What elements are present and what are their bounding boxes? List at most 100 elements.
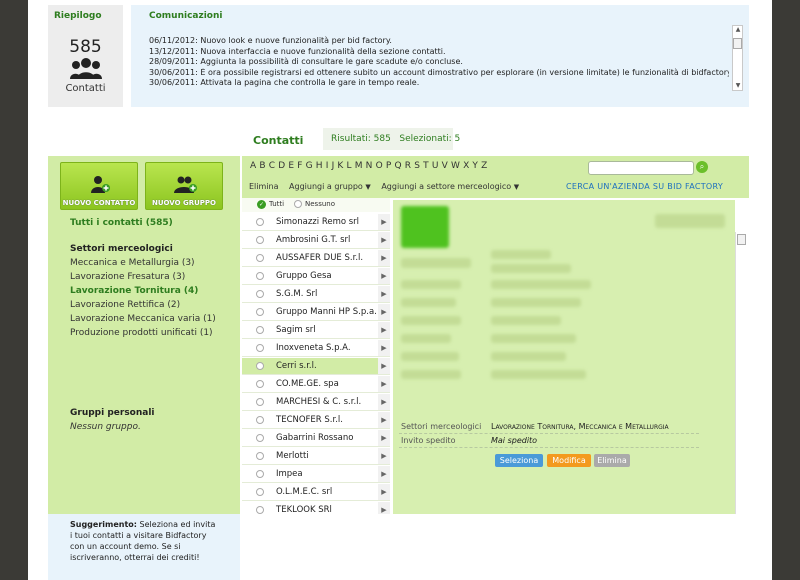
sector-link[interactable]: Meccanica e Metallurgia (3) [70, 258, 195, 268]
contact-row[interactable]: Cerri s.r.l. ▶ [242, 358, 390, 375]
alpha-letter[interactable]: Y [472, 161, 478, 171]
sector-link[interactable]: Lavorazione Fresatura (3) [70, 272, 185, 282]
all-contacts-link[interactable]: Tutti i contatti (585) [70, 218, 173, 228]
radio-icon[interactable] [256, 326, 264, 334]
contact-row[interactable]: Sagim srl ▶ [242, 322, 390, 339]
select-none-link[interactable]: Nessuno [305, 200, 335, 208]
chevron-right-icon[interactable]: ▶ [378, 286, 390, 302]
contact-row[interactable]: AUSSAFER DUE S.r.l. ▶ [242, 250, 390, 267]
add-to-group-action[interactable]: Aggiungi a gruppo ▼ [289, 182, 371, 191]
alpha-letter[interactable]: A [250, 161, 256, 171]
radio-icon[interactable] [256, 218, 264, 226]
chevron-right-icon[interactable]: ▶ [378, 232, 390, 248]
contact-row[interactable]: CO.ME.GE. spa ▶ [242, 376, 390, 393]
radio-icon[interactable] [256, 290, 264, 298]
alpha-letter[interactable]: L [347, 161, 352, 171]
radio-icon[interactable] [256, 506, 264, 514]
alpha-letter[interactable]: O [376, 161, 383, 171]
contact-row[interactable]: TEKLOOK SRl ▶ [242, 502, 390, 514]
search-icon[interactable]: ⌕ [696, 161, 708, 173]
alpha-letter[interactable]: T [423, 161, 429, 171]
communications-scrollbar[interactable]: ▲ ▼ [732, 25, 743, 91]
radio-icon[interactable] [256, 380, 264, 388]
alpha-letter[interactable]: W [451, 161, 460, 171]
chevron-right-icon[interactable]: ▶ [378, 268, 390, 284]
search-input[interactable] [588, 161, 694, 175]
contact-row[interactable]: Ambrosini G.T. srl ▶ [242, 232, 390, 249]
alpha-letter[interactable]: X [463, 161, 469, 171]
radio-icon[interactable] [256, 236, 264, 244]
contact-row[interactable]: Impea ▶ [242, 466, 390, 483]
new-group-button[interactable]: NUOVO GRUPPO [145, 162, 223, 210]
chevron-right-icon[interactable]: ▶ [378, 466, 390, 482]
chevron-right-icon[interactable]: ▶ [378, 340, 390, 356]
scroll-up-icon[interactable]: ▲ [734, 26, 742, 34]
radio-icon[interactable] [256, 272, 264, 280]
chevron-right-icon[interactable]: ▶ [378, 304, 390, 320]
delete-button[interactable]: Elimina [594, 454, 630, 467]
chevron-right-icon[interactable]: ▶ [378, 358, 390, 374]
chevron-right-icon[interactable]: ▶ [378, 448, 390, 464]
chevron-right-icon[interactable]: ▶ [378, 394, 390, 410]
chevron-right-icon[interactable]: ▶ [378, 322, 390, 338]
sector-link[interactable]: Produzione prodotti unificati (1) [70, 328, 213, 338]
chevron-right-icon[interactable]: ▶ [378, 376, 390, 392]
contact-row[interactable]: O.L.M.E.C. srl ▶ [242, 484, 390, 501]
radio-icon[interactable] [256, 362, 264, 370]
radio-icon[interactable] [256, 452, 264, 460]
chevron-right-icon[interactable]: ▶ [378, 484, 390, 500]
contact-row[interactable]: S.G.M. Srl ▶ [242, 286, 390, 303]
scroll-down-icon[interactable]: ▼ [734, 82, 742, 90]
alpha-letter[interactable]: C [269, 161, 275, 171]
contact-row[interactable]: Gruppo Manni HP S.p.a. ▶ [242, 304, 390, 321]
radio-icon[interactable] [256, 470, 264, 478]
contact-row[interactable]: Merlotti ▶ [242, 448, 390, 465]
alpha-letter[interactable]: H [316, 161, 323, 171]
delete-action[interactable]: Elimina [249, 182, 279, 191]
sector-link[interactable]: Lavorazione Rettifica (2) [70, 300, 180, 310]
alpha-letter[interactable]: R [405, 161, 411, 171]
radio-icon[interactable] [256, 398, 264, 406]
chevron-right-icon[interactable]: ▶ [378, 412, 390, 428]
alpha-letter[interactable]: J [332, 161, 335, 171]
chevron-right-icon[interactable]: ▶ [378, 214, 390, 230]
chevron-right-icon[interactable]: ▶ [378, 250, 390, 266]
alpha-letter[interactable]: P [386, 161, 391, 171]
contact-row[interactable]: Gabarrini Rossano ▶ [242, 430, 390, 447]
contact-row[interactable]: Inoxveneta S.p.A. ▶ [242, 340, 390, 357]
alpha-letter[interactable]: I [326, 161, 329, 171]
scroll-thumb[interactable] [737, 234, 746, 245]
select-all-link[interactable]: Tutti [269, 200, 284, 208]
sector-link-active[interactable]: Lavorazione Tornitura (4) [70, 286, 198, 296]
sector-link[interactable]: Lavorazione Meccanica varia (1) [70, 314, 216, 324]
radio-icon[interactable] [256, 344, 264, 352]
alpha-letter[interactable]: K [337, 161, 343, 171]
radio-icon[interactable] [256, 416, 264, 424]
edit-button[interactable]: Modifica [547, 454, 591, 467]
cerca-azienda-link[interactable]: CERCA UN'AZIENDA SU BID FACTORY [566, 182, 723, 191]
alpha-letter[interactable]: M [355, 161, 363, 171]
contact-row[interactable]: MARCHESI & C. s.r.l. ▶ [242, 394, 390, 411]
alpha-letter[interactable]: V [442, 161, 448, 171]
chevron-right-icon[interactable]: ▶ [378, 502, 390, 514]
alpha-letter[interactable]: U [432, 161, 439, 171]
detail-scrollbar[interactable] [735, 232, 747, 514]
radio-icon[interactable] [256, 308, 264, 316]
alpha-letter[interactable]: N [366, 161, 373, 171]
radio-icon[interactable] [256, 254, 264, 262]
chevron-right-icon[interactable]: ▶ [378, 430, 390, 446]
radio-icon[interactable] [256, 488, 264, 496]
alpha-letter[interactable]: S [414, 161, 420, 171]
alpha-letter[interactable]: D [278, 161, 285, 171]
scroll-thumb[interactable] [733, 38, 742, 49]
alpha-letter[interactable]: E [288, 161, 294, 171]
alpha-letter[interactable]: B [259, 161, 265, 171]
radio-icon[interactable] [256, 434, 264, 442]
alpha-letter[interactable]: G [306, 161, 313, 171]
contact-row[interactable]: Simonazzi Remo srl ▶ [242, 214, 390, 231]
contact-row[interactable]: Gruppo Gesa ▶ [242, 268, 390, 285]
alpha-letter[interactable]: Z [481, 161, 487, 171]
tab-contatti[interactable]: Contatti [241, 126, 321, 155]
contact-row[interactable]: TECNOFER S.r.l. ▶ [242, 412, 390, 429]
new-contact-button[interactable]: NUOVO CONTATTO [60, 162, 138, 210]
